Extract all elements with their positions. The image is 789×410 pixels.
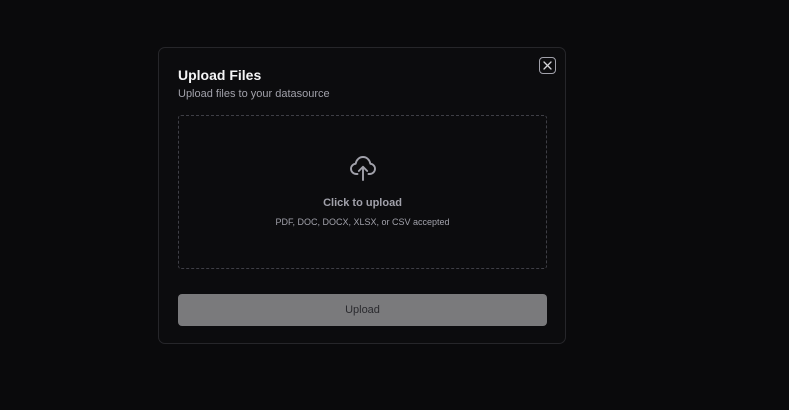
close-button[interactable] [539, 57, 556, 74]
dropzone-title: Click to upload [323, 197, 402, 209]
upload-button[interactable]: Upload [178, 294, 547, 326]
cloud-upload-icon [350, 156, 376, 181]
upload-files-dialog: Upload Files Upload files to your dataso… [158, 47, 566, 344]
dropzone-hint: PDF, DOC, DOCX, XLSX, or CSV accepted [275, 217, 450, 227]
file-dropzone[interactable]: Click to upload PDF, DOC, DOCX, XLSX, or… [178, 115, 547, 269]
dialog-subtitle: Upload files to your datasource [178, 88, 330, 100]
background-text [336, 0, 339, 6]
x-icon [543, 61, 552, 70]
dialog-title: Upload Files [178, 67, 262, 83]
